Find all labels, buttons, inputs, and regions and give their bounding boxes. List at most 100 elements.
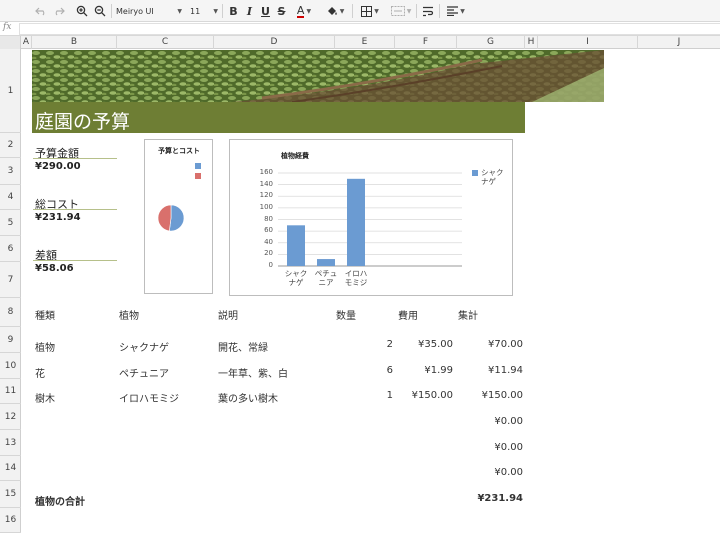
row-header[interactable]: 7 [0, 262, 21, 298]
footer-total[interactable]: ¥231.94 [457, 493, 523, 504]
strikethrough-button[interactable]: S [275, 2, 288, 20]
merge-cells-button[interactable]: ▼ [388, 2, 414, 20]
column-header[interactable]: C [117, 36, 214, 49]
row-header[interactable]: 3 [0, 158, 21, 185]
cell-total[interactable]: ¥0.00 [457, 416, 523, 427]
zoom-in-icon[interactable] [75, 2, 89, 20]
pie-slice[interactable] [169, 204, 185, 232]
row-header[interactable]: 6 [0, 236, 21, 262]
wrap-text-icon [423, 6, 434, 16]
undo-icon[interactable] [34, 2, 48, 20]
align-left-icon [447, 6, 459, 16]
bar-chart[interactable]: 植物経費 0 20 40 60 80 100 120 140 160 シャク ナゲ ペチュ ニア イロハ… [229, 139, 513, 296]
cell-type[interactable]: 花 [35, 365, 45, 380]
cell-description[interactable]: 葉の多い樹木 [218, 390, 278, 405]
budget-value[interactable]: ¥290.00 [35, 161, 81, 172]
legend-swatch [195, 173, 201, 179]
row-header[interactable]: 12 [0, 404, 21, 430]
borders-button[interactable]: ▼ [358, 2, 382, 20]
font-color-label: A [296, 3, 305, 18]
row-header[interactable]: 9 [0, 327, 21, 353]
cell-total[interactable]: ¥11.94 [457, 365, 523, 376]
cell-type[interactable]: 植物 [35, 339, 55, 354]
row-header[interactable]: 1 [0, 49, 21, 133]
cell-description[interactable]: 開花、常緑 [218, 339, 268, 354]
chevron-down-icon: ▼ [339, 7, 345, 15]
column-header[interactable]: A [21, 36, 32, 49]
column-header[interactable]: E [335, 36, 395, 49]
x-tick-label: イロハ モミジ [344, 269, 368, 287]
cell-total[interactable]: ¥150.00 [457, 390, 523, 401]
fx-icon: fx [3, 22, 12, 32]
pie-chart[interactable]: 予算とコスト [144, 139, 213, 294]
cell-type[interactable]: 樹木 [35, 390, 55, 405]
banner-image [32, 50, 604, 102]
cell-quantity[interactable]: 6 [335, 365, 393, 376]
borders-icon [361, 5, 373, 17]
cell-total[interactable]: ¥0.00 [457, 442, 523, 453]
chevron-down-icon: ▼ [406, 7, 412, 15]
legend-swatch [195, 163, 201, 169]
align-button[interactable]: ▼ [444, 2, 468, 20]
row-header[interactable]: 15 [0, 481, 21, 508]
font-color-button[interactable]: A ▼ [292, 2, 316, 20]
column-header[interactable]: H [525, 36, 538, 49]
footer-label[interactable]: 植物の合計 [35, 493, 85, 508]
cell-cost[interactable]: ¥1.99 [395, 365, 453, 376]
bold-button[interactable]: B [227, 2, 240, 20]
chevron-down-icon: ▼ [177, 7, 182, 15]
bar[interactable] [317, 259, 335, 266]
row-header[interactable]: 10 [0, 353, 21, 379]
row-header[interactable]: 16 [0, 508, 21, 533]
cell-plant[interactable]: ペチュニア [119, 365, 169, 380]
header-total: 集計 [458, 311, 478, 322]
row-headers: 1 2 3 4 5 6 7 8 9 10 11 12 13 14 15 16 [0, 49, 21, 533]
pie-slice[interactable] [157, 204, 172, 232]
legend-label: シャク ナゲ [481, 168, 511, 186]
font-name-select[interactable]: Meiryo UI ▼ [116, 2, 182, 20]
redo-icon[interactable] [52, 2, 66, 20]
total-cost-value[interactable]: ¥231.94 [35, 212, 81, 223]
header-plant: 植物 [119, 311, 139, 322]
underline-button[interactable]: U [259, 2, 272, 20]
zoom-out-icon[interactable] [93, 2, 107, 20]
font-name-value: Meiryo UI [116, 6, 154, 16]
row-header[interactable]: 13 [0, 430, 21, 456]
cell-total[interactable]: ¥0.00 [457, 467, 523, 478]
cell-cost[interactable]: ¥35.00 [395, 339, 453, 350]
cell-quantity[interactable]: 1 [335, 390, 393, 401]
column-header[interactable]: B [32, 36, 117, 49]
row-header[interactable]: 14 [0, 456, 21, 481]
column-header[interactable]: J [638, 36, 720, 49]
row-header[interactable]: 11 [0, 379, 21, 404]
difference-value[interactable]: ¥58.06 [35, 263, 74, 274]
bar[interactable] [287, 225, 305, 266]
header-description: 説明 [218, 311, 238, 322]
formula-input[interactable] [19, 23, 720, 35]
row-header[interactable]: 4 [0, 185, 21, 210]
wrap-text-button[interactable] [421, 2, 435, 20]
font-size-value: 11 [190, 6, 201, 16]
row-header[interactable]: 2 [0, 133, 21, 158]
cell-cost[interactable]: ¥150.00 [395, 390, 453, 401]
column-header[interactable]: D [214, 36, 335, 49]
font-size-select[interactable]: 11 ▼ [190, 2, 218, 20]
chevron-down-icon: ▼ [374, 7, 379, 15]
select-all-corner[interactable] [0, 36, 21, 49]
cell-total[interactable]: ¥70.00 [457, 339, 523, 350]
column-header[interactable]: F [395, 36, 457, 49]
cell-plant[interactable]: イロハモミジ [119, 390, 179, 405]
column-header[interactable]: I [538, 36, 638, 49]
cell-plant[interactable]: シャクナゲ [119, 339, 169, 354]
bar[interactable] [347, 178, 365, 266]
chevron-down-icon: ▼ [460, 7, 465, 15]
merge-icon [390, 6, 405, 16]
formula-bar: fx [0, 22, 720, 36]
row-header[interactable]: 8 [0, 298, 21, 327]
row-header[interactable]: 5 [0, 210, 21, 236]
italic-button[interactable]: I [243, 2, 256, 20]
cell-quantity[interactable]: 2 [335, 339, 393, 350]
column-header[interactable]: G [457, 36, 525, 49]
fill-color-button[interactable]: ▼ [323, 2, 347, 20]
cell-description[interactable]: 一年草、紫、白 [218, 365, 288, 380]
